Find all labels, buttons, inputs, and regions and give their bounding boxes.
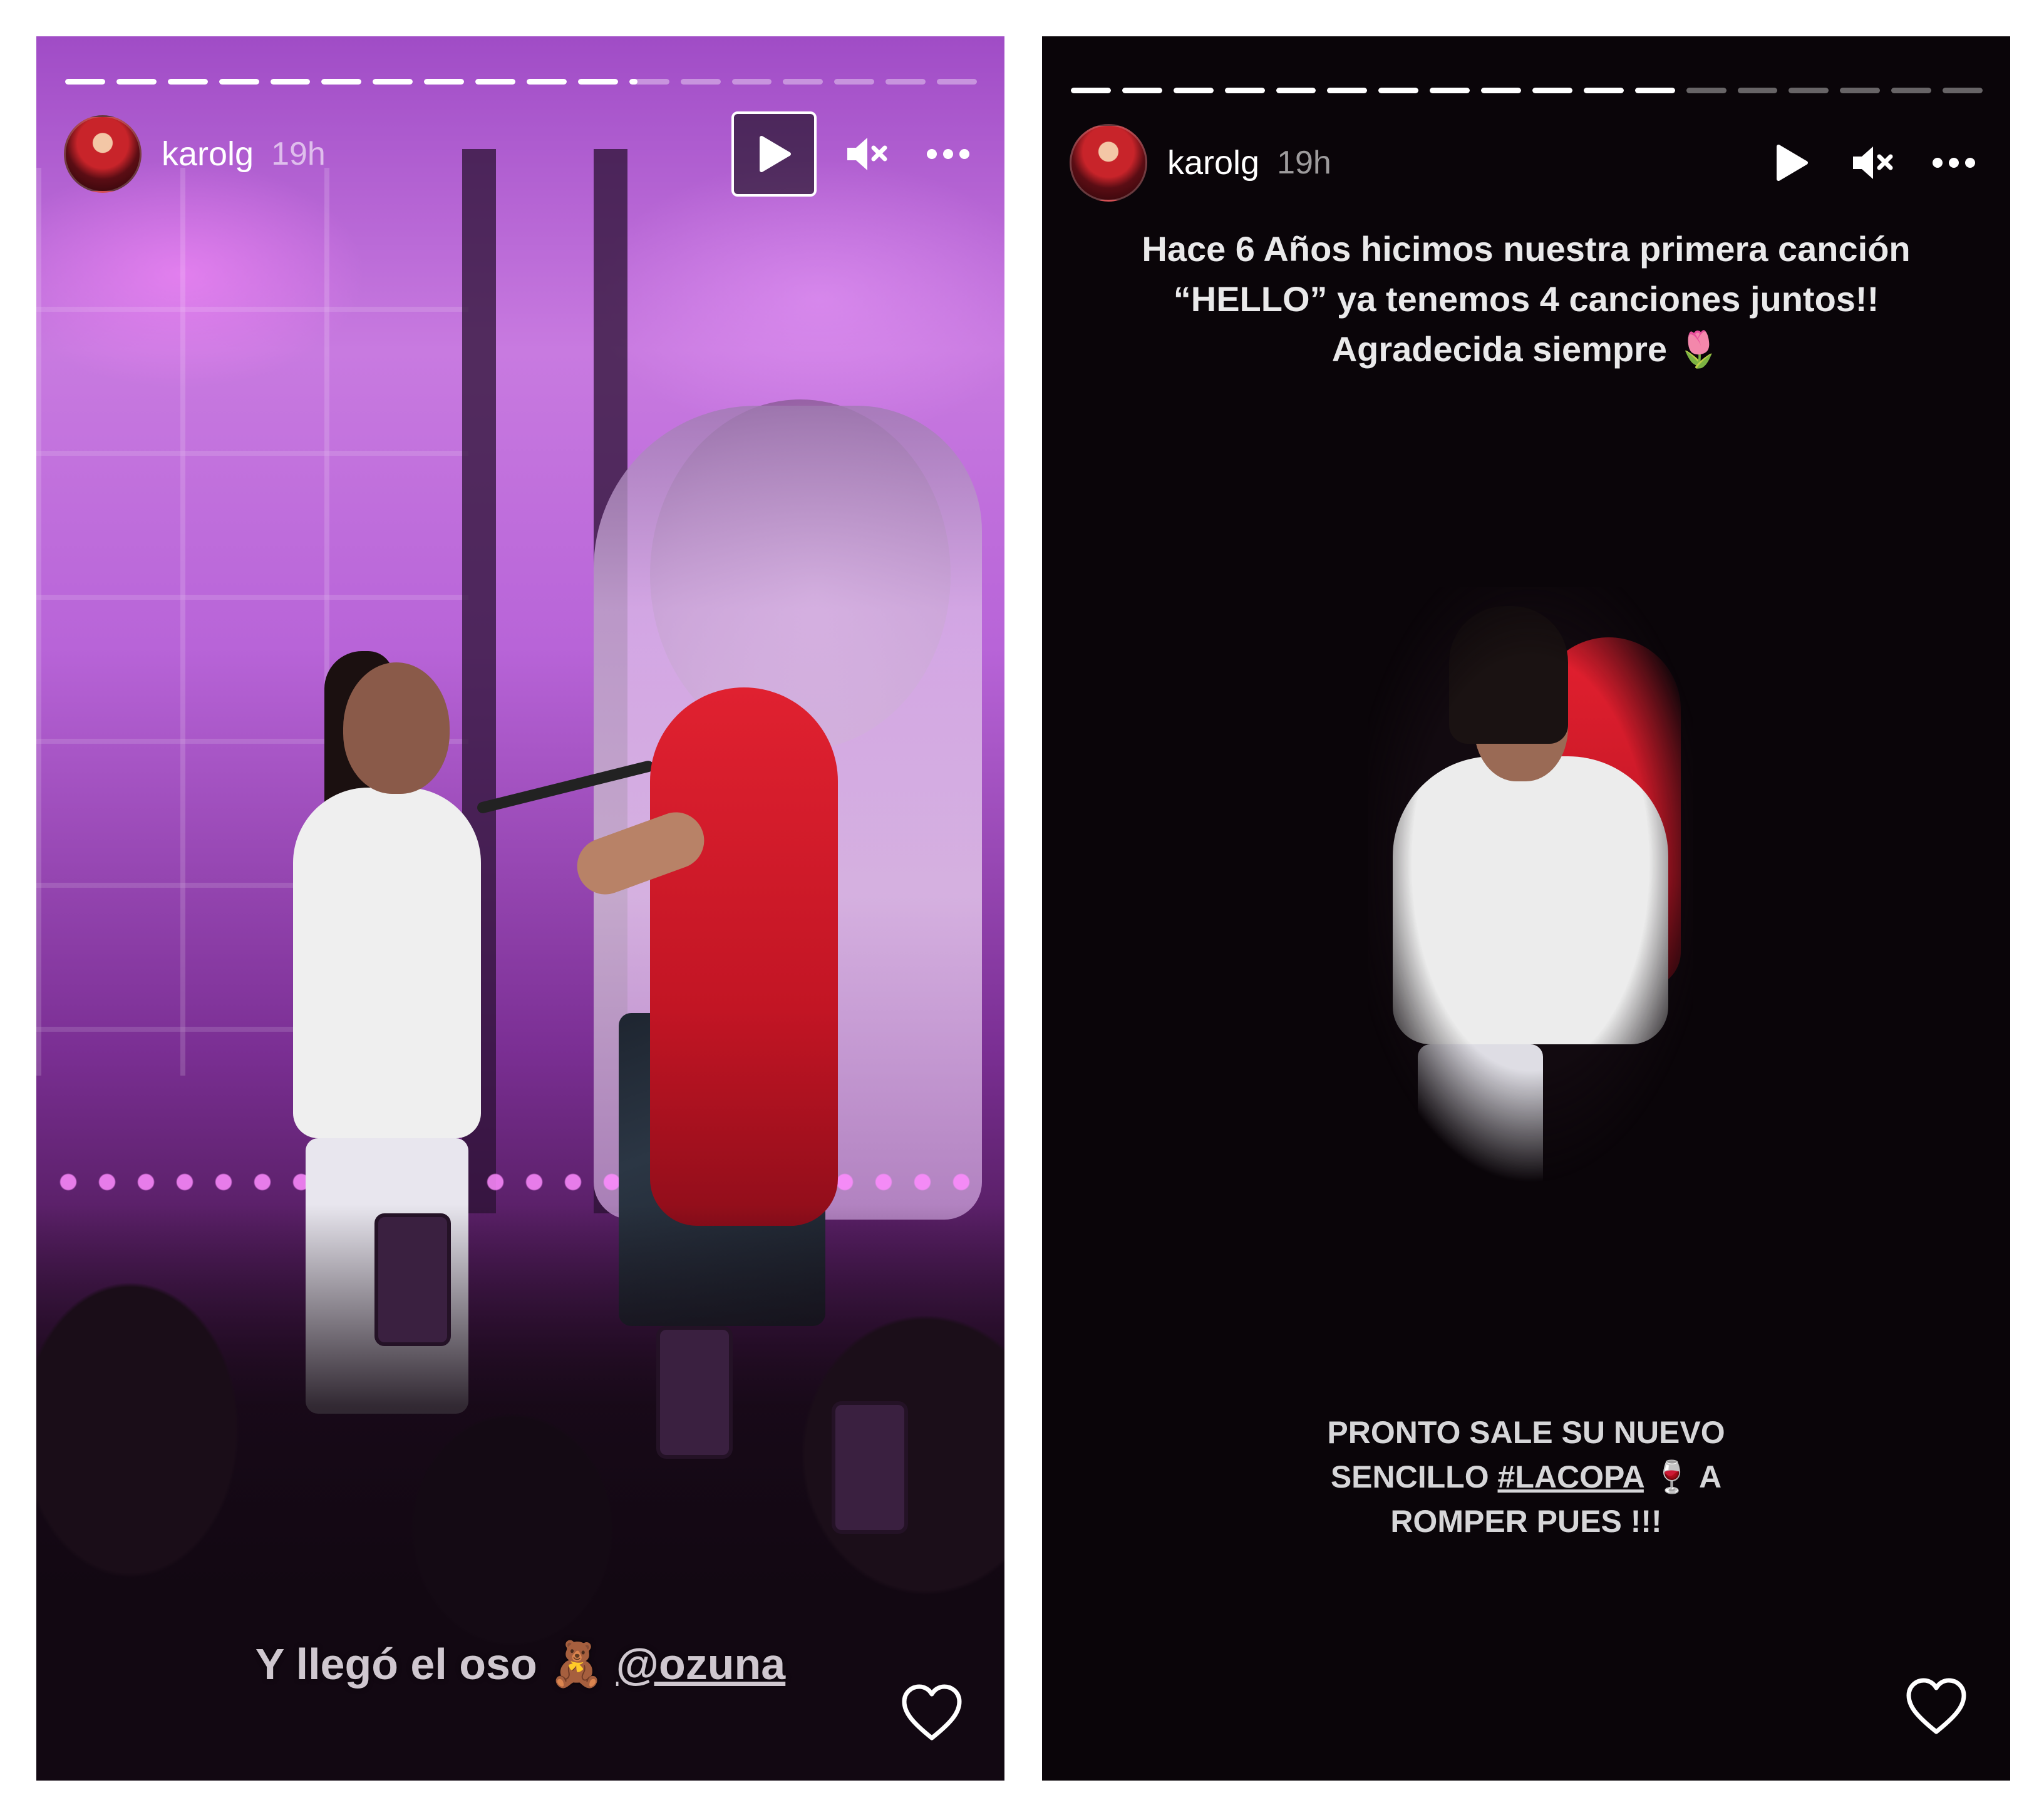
progress-segment — [834, 79, 875, 85]
progress-segment — [1943, 88, 1983, 93]
progress-segment — [1071, 88, 1111, 93]
more-options-button[interactable] — [1923, 131, 1985, 194]
progress-segment — [1122, 88, 1162, 93]
progress-segment — [731, 79, 772, 85]
progress-segment — [424, 79, 465, 85]
mention-link[interactable]: @ozuna — [616, 1640, 785, 1689]
story-header: karolg 19h — [1070, 123, 1985, 203]
progress-segment — [577, 79, 618, 85]
progress-segment — [885, 79, 926, 85]
progress-segment — [1378, 88, 1419, 93]
progress-segment — [373, 79, 413, 85]
announcement-text: PRONTO SALE SU NUEVO SENCILLO #LACOPA 🍷 … — [1255, 1411, 1797, 1544]
progress-segment — [1430, 88, 1470, 93]
progress-segment — [1737, 88, 1778, 93]
mute-button[interactable] — [1841, 131, 1904, 194]
caption-line: “HELLO” ya tenemos 4 canciones juntos!! — [1173, 279, 1879, 319]
hashtag-link[interactable]: #LACOPA — [1498, 1459, 1644, 1494]
progress-segment — [65, 79, 105, 85]
announcement-prefix: SENCILLO — [1330, 1459, 1498, 1494]
story-caption: Hace 6 Años hicimos nuestra primera canc… — [1067, 224, 1985, 374]
story-header: karolg 19h — [64, 111, 979, 197]
volume-muted-icon — [1853, 147, 1893, 179]
like-button[interactable] — [1905, 1677, 1968, 1739]
progress-segment — [270, 79, 311, 85]
caption-line: Hace 6 Años hicimos nuestra primera canc… — [1142, 229, 1911, 269]
progress-segment — [1840, 88, 1881, 93]
story-caption: Y llegó el oso 🧸 @ozuna — [36, 1639, 1004, 1690]
progress-segment — [116, 79, 157, 85]
progress-segment — [1583, 88, 1624, 93]
play-button[interactable] — [731, 111, 817, 197]
story-progress-bar — [1071, 88, 1983, 93]
caption-line: Agradecida siempre 🌷 — [1331, 329, 1721, 369]
progress-segment — [1173, 88, 1214, 93]
volume-muted-icon — [847, 138, 887, 170]
progress-segment — [527, 79, 567, 85]
progress-segment — [1224, 88, 1265, 93]
announcement-line: PRONTO SALE SU NUEVO — [1327, 1415, 1725, 1450]
progress-segment — [475, 79, 516, 85]
username[interactable]: karolg — [162, 135, 254, 173]
progress-segment — [321, 79, 362, 85]
progress-segment — [1327, 88, 1368, 93]
like-button[interactable] — [901, 1683, 963, 1746]
progress-segment — [219, 79, 259, 85]
heart-icon — [902, 1684, 962, 1740]
mute-button[interactable] — [835, 123, 898, 185]
progress-segment — [937, 79, 978, 85]
heart-icon — [1906, 1678, 1966, 1734]
story-panel-right[interactable]: karolg 19h Hace 6 Años hicimos nuestra p… — [1042, 36, 2010, 1781]
avatar[interactable] — [1070, 124, 1147, 202]
progress-segment — [1788, 88, 1829, 93]
story-progress-bar — [65, 79, 978, 85]
play-icon — [1777, 145, 1808, 181]
more-options-icon — [1933, 158, 1975, 168]
progress-segment — [167, 79, 208, 85]
progress-segment — [1634, 88, 1675, 93]
avatar[interactable] — [64, 115, 142, 193]
announcement-suffix: 🍷 A — [1643, 1459, 1722, 1494]
concert-photo — [36, 36, 1004, 1781]
username[interactable]: karolg — [1167, 143, 1259, 182]
post-time: 19h — [1277, 145, 1331, 181]
progress-segment — [629, 79, 669, 85]
progress-segment — [783, 79, 823, 85]
progress-segment — [1276, 88, 1316, 93]
story-panel-left[interactable]: karolg 19h Y llegó el oso 🧸 @ozuna — [36, 36, 1004, 1781]
announcement-line: ROMPER PUES !!! — [1390, 1504, 1662, 1539]
play-icon — [760, 136, 791, 172]
progress-segment — [1481, 88, 1522, 93]
play-button[interactable] — [1760, 131, 1822, 194]
hug-photo — [1368, 587, 1693, 1201]
progress-segment — [1686, 88, 1727, 93]
progress-segment — [1891, 88, 1932, 93]
caption-text: Y llegó el oso 🧸 — [255, 1640, 616, 1689]
progress-segment — [680, 79, 721, 85]
more-options-button[interactable] — [917, 123, 979, 185]
progress-segment — [1532, 88, 1572, 93]
announcement-line: SENCILLO #LACOPA 🍷 A — [1255, 1455, 1797, 1499]
post-time: 19h — [271, 136, 326, 172]
more-options-icon — [927, 149, 969, 159]
